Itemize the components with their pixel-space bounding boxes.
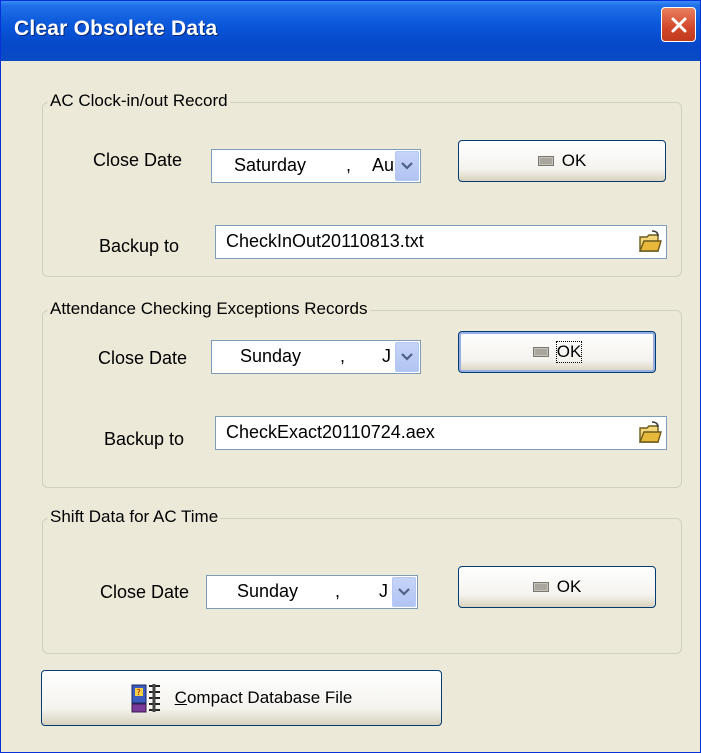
date-day: Sunday xyxy=(240,346,302,366)
date-day: Sunday xyxy=(237,581,299,601)
compact-database-icon: ? xyxy=(131,684,160,713)
compact-database-button[interactable]: ? Compact Database File xyxy=(41,670,442,726)
svg-text:?: ? xyxy=(136,688,140,697)
backup-file-value: CheckExact20110724.aex xyxy=(226,422,435,442)
dialog-window: Clear Obsolete Data AC Clock-in/out Reco… xyxy=(0,0,701,753)
ok-icon xyxy=(532,582,549,592)
mnemonic-letter: C xyxy=(174,688,187,707)
backup-file-value: CheckInOut20110813.txt xyxy=(226,231,424,251)
date-dropdown-button[interactable] xyxy=(395,151,419,181)
compact-database-label: Compact Database File xyxy=(175,688,353,708)
backup-to-label: Backup to xyxy=(104,429,185,449)
backup-file-field[interactable]: CheckExact20110724.aex xyxy=(215,416,667,450)
chevron-down-icon xyxy=(398,588,410,596)
open-folder-icon[interactable] xyxy=(638,229,662,255)
chevron-down-icon xyxy=(401,162,413,170)
ok-icon xyxy=(532,347,549,357)
chevron-down-icon xyxy=(401,353,413,361)
date-separator: , xyxy=(335,581,341,601)
date-month-clipped: J xyxy=(379,581,388,601)
backup-file-field[interactable]: CheckInOut20110813.txt xyxy=(215,225,667,259)
date-separator: , xyxy=(346,155,352,175)
close-icon xyxy=(671,17,687,33)
group-title: Shift Data for AC Time xyxy=(48,507,221,527)
ok-label: OK xyxy=(555,341,583,363)
close-date-label: Close Date xyxy=(93,150,183,170)
group-title: Attendance Checking Exceptions Records xyxy=(48,299,370,319)
label-rest: ompact Database File xyxy=(186,688,353,707)
close-date-picker[interactable]: Saturday , Au xyxy=(211,149,421,183)
group-title: AC Clock-in/out Record xyxy=(48,91,230,111)
date-dropdown-button[interactable] xyxy=(392,577,416,607)
ok-button[interactable]: OK xyxy=(458,566,656,608)
ok-label: OK xyxy=(561,151,587,170)
ok-button[interactable]: OK xyxy=(458,140,666,182)
date-separator: , xyxy=(340,346,346,366)
close-date-label: Close Date xyxy=(98,348,188,368)
date-month-clipped: Au xyxy=(372,155,394,175)
close-date-picker[interactable]: Sunday , J xyxy=(206,575,418,609)
close-date-label: Close Date xyxy=(100,582,190,602)
date-month-clipped: J xyxy=(382,346,391,366)
close-date-picker[interactable]: Sunday , J xyxy=(211,340,421,374)
date-dropdown-button[interactable] xyxy=(395,342,419,372)
ok-button[interactable]: OK xyxy=(458,331,656,373)
date-day: Saturday xyxy=(234,155,307,175)
ok-icon xyxy=(537,156,554,166)
close-button[interactable] xyxy=(661,7,696,42)
title-bar[interactable]: Clear Obsolete Data xyxy=(1,1,700,61)
open-folder-icon[interactable] xyxy=(638,420,662,446)
ok-label: OK xyxy=(556,577,582,596)
backup-to-label: Backup to xyxy=(99,236,180,256)
window-title: Clear Obsolete Data xyxy=(14,17,218,40)
